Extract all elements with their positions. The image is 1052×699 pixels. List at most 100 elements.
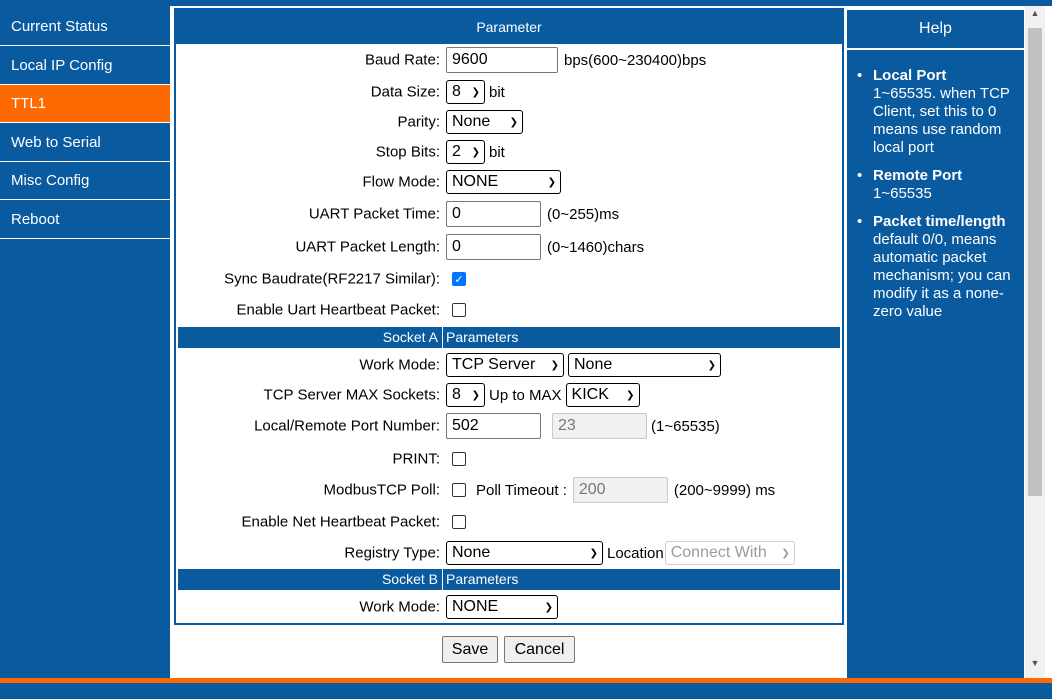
sidebar-item-ttl1[interactable]: TTL1 xyxy=(0,85,170,123)
net-heartbeat-checkbox[interactable] xyxy=(452,515,466,529)
uart-heartbeat-checkbox[interactable] xyxy=(452,303,466,317)
uart-packet-time-input[interactable] xyxy=(446,201,541,227)
help-item-packet-time-length: • Packet time/length default 0/0, means … xyxy=(855,213,1016,321)
scroll-up-arrow-icon[interactable]: ▲ xyxy=(1025,8,1045,22)
print-row: PRINT: xyxy=(176,444,842,474)
registry-type-row: Registry Type: None ❯ Location Connect Wi… xyxy=(176,538,842,568)
max-sockets-label: TCP Server MAX Sockets: xyxy=(263,386,440,404)
chevron-down-icon: ❯ xyxy=(471,146,480,158)
bullet-icon: • xyxy=(857,213,863,230)
max-sockets-row: TCP Server MAX Sockets: 8 ❯ Up to MAX KIC… xyxy=(176,380,842,410)
help-item-local-port: • Local Port 1~65535. when TCP Client, s… xyxy=(855,67,1016,157)
location-label: Location xyxy=(607,544,664,562)
sidebar-item-reboot[interactable]: Reboot xyxy=(0,201,170,239)
sync-baudrate-row: Sync Baudrate(RF2217 Similar): ✓ xyxy=(176,264,842,294)
socket-b-work-mode-label: Work Mode: xyxy=(359,598,440,616)
stop-bits-row: Stop Bits: 2 ❯ bit xyxy=(176,137,842,167)
help-term: Packet time/length xyxy=(873,213,1006,230)
modbus-poll-row: ModbusTCP Poll: Poll Timeout : (200~9999… xyxy=(176,475,842,505)
scrollbar[interactable]: ▲ ▼ xyxy=(1025,6,1045,678)
chevron-down-icon: ❯ xyxy=(544,601,553,613)
help-text: 1~65535 xyxy=(873,185,932,202)
work-mode-select[interactable]: TCP Server ❯ xyxy=(446,353,564,377)
sync-baudrate-label: Sync Baudrate(RF2217 Similar): xyxy=(224,270,440,288)
help-panel: • Local Port 1~65535. when TCP Client, s… xyxy=(847,50,1024,678)
sidebar-item-local-ip-config[interactable]: Local IP Config xyxy=(0,47,170,85)
socket-a-work-mode-row: Work Mode: TCP Server ❯ None ❯ xyxy=(176,350,842,380)
modbus-poll-label: ModbusTCP Poll: xyxy=(323,481,440,499)
cancel-button[interactable]: Cancel xyxy=(504,636,575,663)
data-size-select[interactable]: 8 ❯ xyxy=(446,80,485,104)
socket-b-work-mode-select[interactable]: NONE ❯ xyxy=(446,595,558,619)
location-select: Connect With ❯ xyxy=(664,541,795,565)
save-button[interactable]: Save xyxy=(442,636,498,663)
uart-packet-time-hint: (0~255)ms xyxy=(547,205,620,223)
poll-timeout-label: Poll Timeout : xyxy=(476,481,567,499)
scrollbar-thumb[interactable] xyxy=(1028,28,1042,496)
max-sockets-action-select[interactable]: KICK ❯ xyxy=(565,383,640,407)
baud-rate-input[interactable] xyxy=(446,47,558,73)
chevron-down-icon: ❯ xyxy=(626,389,635,401)
help-term: Remote Port xyxy=(873,167,963,184)
parity-select[interactable]: None ❯ xyxy=(446,110,523,134)
work-mode-label: Work Mode: xyxy=(359,356,440,374)
work-mode-secondary-select[interactable]: None ❯ xyxy=(568,353,721,377)
modbus-poll-checkbox[interactable] xyxy=(452,483,466,497)
data-size-unit: bit xyxy=(489,83,505,101)
print-label: PRINT: xyxy=(392,450,440,468)
chevron-down-icon: ❯ xyxy=(707,359,716,371)
max-sockets-select[interactable]: 8 ❯ xyxy=(446,383,485,407)
uart-packet-length-label: UART Packet Length: xyxy=(295,238,440,256)
socket-b-title: Socket B xyxy=(178,569,443,590)
scroll-down-arrow-icon[interactable]: ▼ xyxy=(1025,658,1045,672)
chevron-down-icon: ❯ xyxy=(550,359,559,371)
chevron-down-icon: ❯ xyxy=(509,116,518,128)
poll-timeout-input xyxy=(572,477,668,503)
baud-rate-row: Baud Rate: bps(600~230400)bps xyxy=(176,45,842,75)
socket-a-parameters-title: Parameters xyxy=(446,329,519,345)
uart-packet-length-input[interactable] xyxy=(446,234,541,260)
check-icon: ✓ xyxy=(454,273,464,286)
socket-b-parameters-title: Parameters xyxy=(446,571,519,587)
chevron-down-icon: ❯ xyxy=(781,547,790,559)
flow-mode-label: Flow Mode: xyxy=(362,173,440,191)
net-heartbeat-row: Enable Net Heartbeat Packet: xyxy=(176,507,842,537)
help-title: Help xyxy=(847,10,1024,48)
sidebar-item-web-to-serial[interactable]: Web to Serial xyxy=(0,124,170,162)
parity-row: Parity: None ❯ xyxy=(176,107,842,137)
port-range-hint: (1~65535) xyxy=(651,417,720,435)
port-number-label: Local/Remote Port Number: xyxy=(254,417,440,435)
sidebar-item-current-status[interactable]: Current Status xyxy=(0,8,170,46)
registry-type-label: Registry Type: xyxy=(344,544,440,562)
footer-bar xyxy=(0,683,1052,699)
local-port-input[interactable] xyxy=(446,413,541,439)
uart-packet-length-row: UART Packet Length: (0~1460)chars xyxy=(176,232,842,262)
panel-title: Parameter xyxy=(176,10,842,44)
stop-bits-select[interactable]: 2 ❯ xyxy=(446,140,485,164)
chevron-down-icon: ❯ xyxy=(589,547,598,559)
baud-rate-label: Baud Rate: xyxy=(364,51,440,69)
registry-type-select[interactable]: None ❯ xyxy=(446,541,603,565)
help-term: Local Port xyxy=(873,67,947,84)
stop-bits-label: Stop Bits: xyxy=(375,143,440,161)
parity-label: Parity: xyxy=(397,113,440,131)
bullet-icon: • xyxy=(857,167,863,184)
baud-rate-hint: bps(600~230400)bps xyxy=(564,51,707,69)
uart-packet-time-row: UART Packet Time: (0~255)ms xyxy=(176,199,842,229)
chevron-down-icon: ❯ xyxy=(471,86,480,98)
help-text: 1~65535. when TCP Client, set this to 0 … xyxy=(873,85,1010,156)
chevron-down-icon: ❯ xyxy=(471,389,480,401)
net-heartbeat-label: Enable Net Heartbeat Packet: xyxy=(241,513,440,531)
print-checkbox[interactable] xyxy=(452,452,466,466)
help-text: default 0/0, means automatic packet mech… xyxy=(873,231,1011,320)
flow-mode-row: Flow Mode: NONE ❯ xyxy=(176,167,842,197)
sidebar-item-misc-config[interactable]: Misc Config xyxy=(0,162,170,200)
up-to-max-label: Up to MAX xyxy=(489,386,562,404)
uart-packet-time-label: UART Packet Time: xyxy=(308,205,440,223)
sidebar: Current Status Local IP Config TTL1 Web … xyxy=(0,6,170,678)
flow-mode-select[interactable]: NONE ❯ xyxy=(446,170,561,194)
socket-a-header: Socket A Parameters xyxy=(178,327,840,348)
uart-heartbeat-row: Enable Uart Heartbeat Packet: xyxy=(176,295,842,325)
sync-baudrate-checkbox[interactable]: ✓ xyxy=(452,272,466,286)
data-size-row: Data Size: 8 ❯ bit xyxy=(176,77,842,107)
